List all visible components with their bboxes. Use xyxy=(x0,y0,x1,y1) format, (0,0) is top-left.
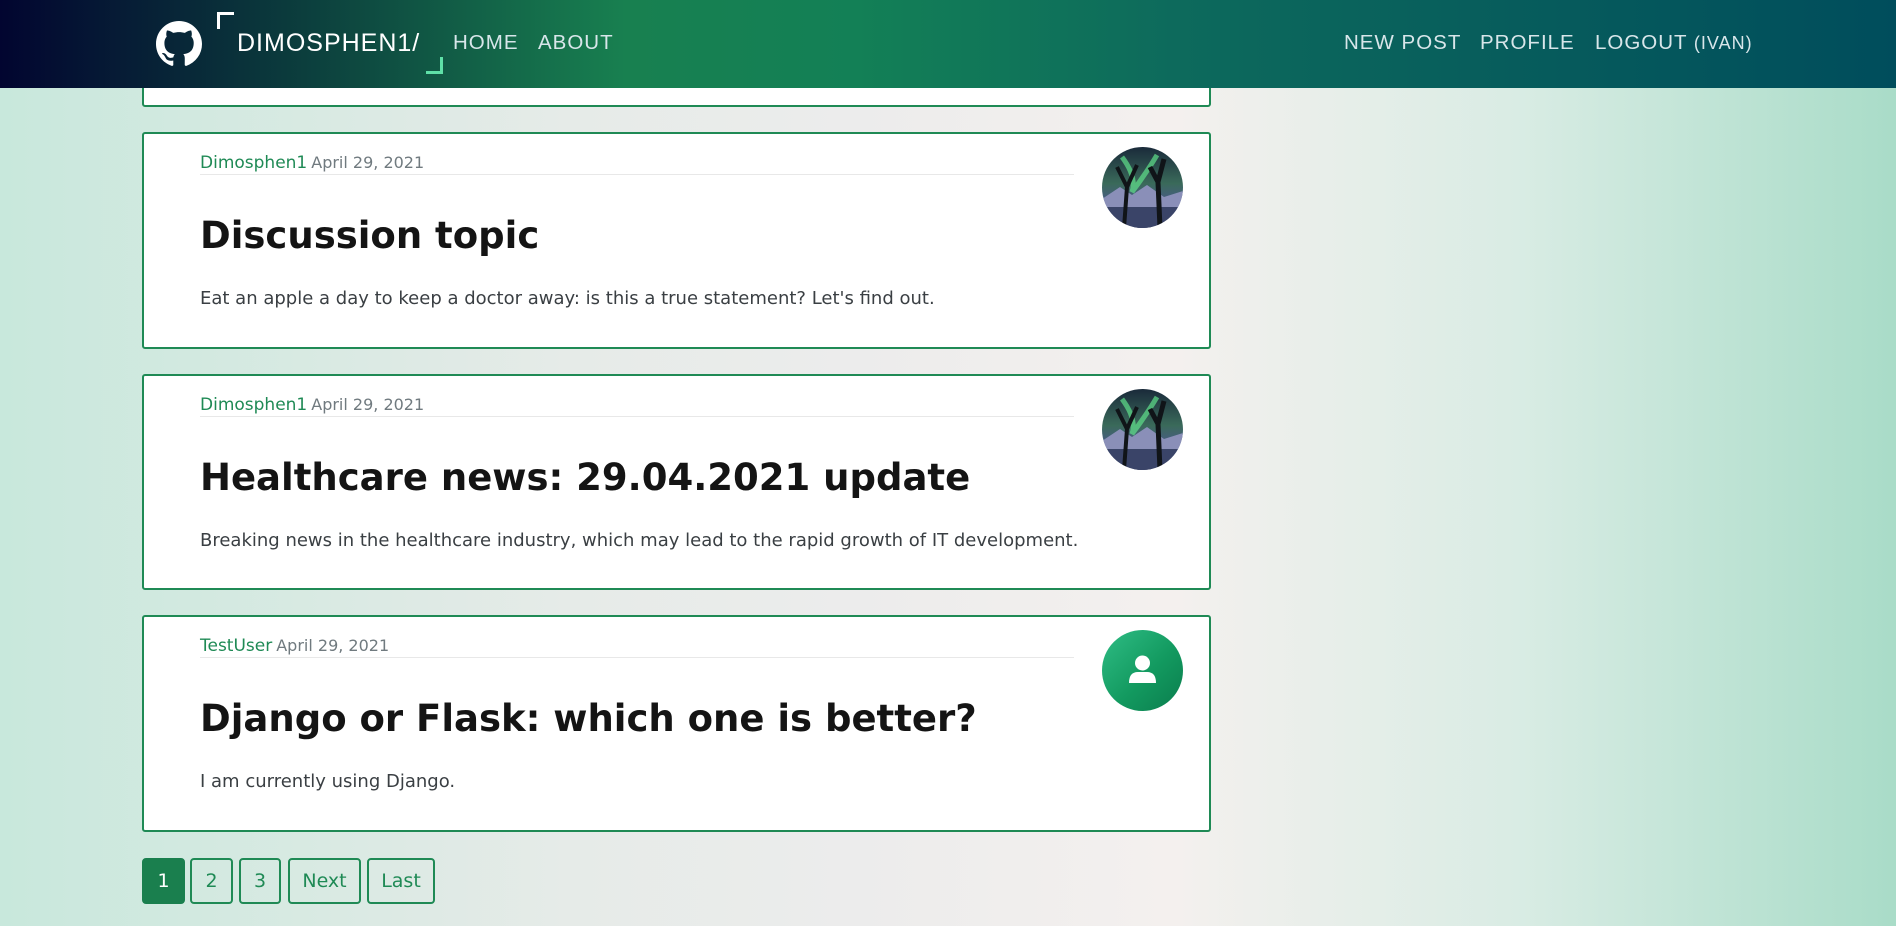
post-date: April 29, 2021 xyxy=(311,395,425,414)
brand-corner-top-left xyxy=(217,12,234,29)
post-title-link[interactable]: Healthcare news: 29.04.2021 update xyxy=(200,456,970,499)
author-avatar[interactable] xyxy=(1102,389,1183,470)
post-card: Dimosphen1 April 29, 2021 Discussion topi… xyxy=(142,132,1211,349)
post-title-link[interactable]: Django or Flask: which one is better? xyxy=(200,697,977,740)
brand-text: DIMOSPHEN1/ xyxy=(237,29,421,57)
post-meta: TestUser April 29, 2021 xyxy=(200,636,1074,658)
post-date: April 29, 2021 xyxy=(276,636,390,655)
default-user-avatar-icon xyxy=(1129,655,1156,683)
post-date: April 29, 2021 xyxy=(311,153,425,172)
page-button-2[interactable]: 2 xyxy=(190,858,233,904)
post-author-link[interactable]: TestUser xyxy=(200,636,272,656)
last-page-button[interactable]: Last xyxy=(367,858,435,904)
aurora-landscape-avatar-icon xyxy=(1102,147,1183,228)
nav-logout-link[interactable]: LOGOUT (IVAN) xyxy=(1595,31,1753,55)
aurora-landscape-avatar-icon xyxy=(1102,389,1183,470)
brand-corner-bottom-right xyxy=(426,57,443,74)
next-page-button[interactable]: Next xyxy=(288,858,361,904)
post-meta: Dimosphen1 April 29, 2021 xyxy=(200,153,1074,175)
page-button-1[interactable]: 1 xyxy=(142,858,185,904)
page-button-3[interactable]: 3 xyxy=(239,858,281,904)
logout-username: (IVAN) xyxy=(1693,33,1753,53)
nav-about-link[interactable]: ABOUT xyxy=(538,31,614,55)
post-card: TestUser April 29, 2021 Django or Flask: … xyxy=(142,615,1211,832)
nav-profile-link[interactable]: PROFILE xyxy=(1480,31,1575,55)
nav-new-post-link[interactable]: NEW POST xyxy=(1344,31,1461,55)
logout-label: LOGOUT xyxy=(1595,31,1688,54)
post-author-link[interactable]: Dimosphen1 xyxy=(200,395,307,415)
post-content: Eat an apple a day to keep a doctor away… xyxy=(200,288,935,309)
github-icon[interactable] xyxy=(156,21,202,67)
brand-logo[interactable]: DIMOSPHEN1/ xyxy=(217,12,443,74)
post-card: Dimosphen1 April 29, 2021 Healthcare news… xyxy=(142,374,1211,590)
author-avatar[interactable] xyxy=(1102,630,1183,711)
nav-home-link[interactable]: HOME xyxy=(453,31,519,55)
author-avatar[interactable] xyxy=(1102,147,1183,228)
post-content: Breaking news in the healthcare industry… xyxy=(200,530,1079,551)
post-content: I am currently using Django. xyxy=(200,771,456,792)
post-author-link[interactable]: Dimosphen1 xyxy=(200,153,307,173)
post-meta: Dimosphen1 April 29, 2021 xyxy=(200,395,1074,417)
top-navbar: DIMOSPHEN1/ HOME ABOUT NEW POST PROFILE … xyxy=(0,0,1896,88)
post-title-link[interactable]: Discussion topic xyxy=(200,214,539,257)
